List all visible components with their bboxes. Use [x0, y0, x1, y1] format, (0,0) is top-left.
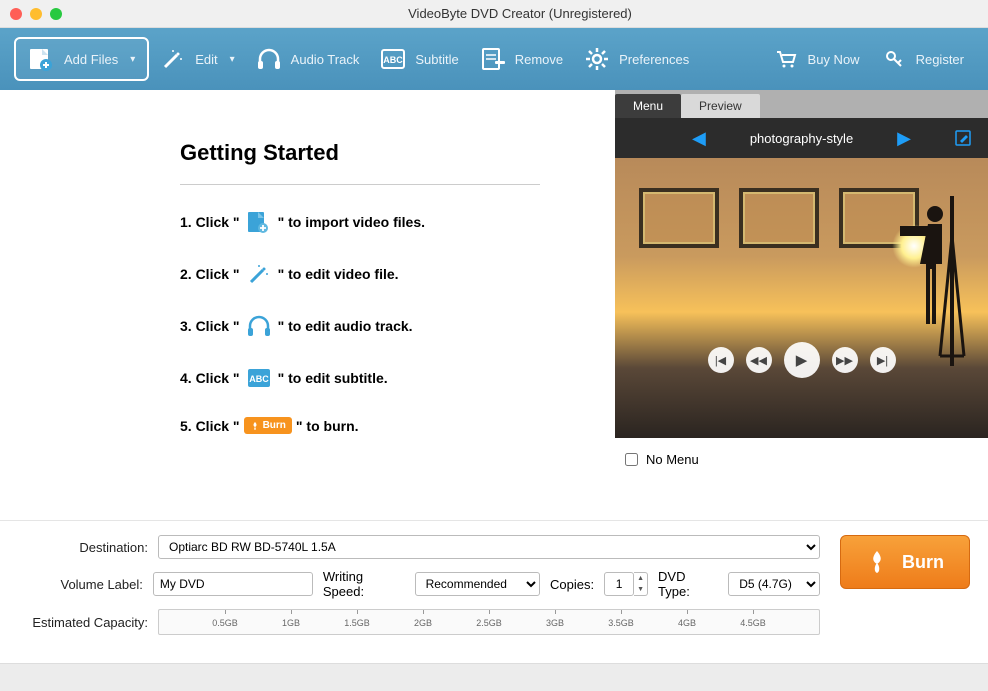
headphones-icon: [255, 47, 283, 71]
remove-label: Remove: [515, 52, 563, 67]
capacity-tick-label: 4GB: [678, 618, 696, 628]
subtitle-icon: ABC: [379, 47, 407, 71]
capacity-tick-label: 3.5GB: [608, 618, 634, 628]
footer: [0, 663, 988, 691]
close-icon[interactable]: [10, 8, 22, 20]
estimated-capacity-label: Estimated Capacity:: [18, 615, 148, 630]
style-selector: ◀ photography-style ▶: [615, 118, 988, 158]
capacity-bar: 0.5GB 1GB 1.5GB 2GB 2.5GB 3GB 3.5GB 4GB 4.5GB: [158, 609, 820, 635]
photographer-silhouette: [900, 196, 970, 366]
prev-style-icon[interactable]: ◀: [692, 128, 706, 149]
destination-label: Destination:: [18, 540, 148, 555]
remove-button[interactable]: Remove: [469, 41, 573, 77]
forward-icon[interactable]: ▶▶: [832, 347, 858, 373]
edit-button[interactable]: Edit: [149, 41, 244, 77]
key-icon: [880, 47, 908, 71]
audio-track-label: Audio Track: [291, 52, 360, 67]
burn-mini-button: Burn: [244, 417, 292, 434]
capacity-tick-label: 1GB: [282, 618, 300, 628]
copies-input[interactable]: [604, 572, 634, 596]
copies-spinner[interactable]: ▲▼: [634, 572, 648, 596]
step-3: 3. Click " " to edit audio track.: [180, 313, 575, 339]
capacity-tick-label: 1.5GB: [344, 618, 370, 628]
window-title: VideoByte DVD Creator (Unregistered): [62, 6, 978, 21]
style-name: photography-style: [750, 131, 853, 146]
register-label: Register: [916, 52, 964, 67]
no-menu-option: No Menu: [615, 438, 988, 481]
burn-button-label: Burn: [902, 552, 944, 573]
add-file-icon: [244, 209, 274, 235]
step-2: 2. Click " " to edit video file.: [180, 261, 575, 287]
maximize-icon[interactable]: [50, 8, 62, 20]
step-5: 5. Click " Burn " to burn.: [180, 417, 575, 434]
getting-started-title: Getting Started: [180, 140, 575, 166]
edit-label: Edit: [195, 52, 217, 67]
playback-controls: |◀ ◀◀ ▶ ▶▶ ▶|: [708, 347, 896, 378]
rewind-icon[interactable]: ◀◀: [746, 347, 772, 373]
capacity-tick-label: 2GB: [414, 618, 432, 628]
audio-track-button[interactable]: Audio Track: [245, 41, 370, 77]
register-button[interactable]: Register: [870, 41, 974, 77]
step-1: 1. Click " " to import video files.: [180, 209, 575, 235]
subtitle-button[interactable]: ABC Subtitle: [369, 41, 468, 77]
menu-preview: |◀ ◀◀ ▶ ▶▶ ▶|: [615, 158, 988, 438]
svg-text:ABC: ABC: [384, 55, 404, 65]
capacity-tick-label: 4.5GB: [740, 618, 766, 628]
minimize-icon[interactable]: [30, 8, 42, 20]
divider: [180, 184, 540, 185]
preview-tabs: Menu Preview: [615, 90, 988, 118]
burn-button[interactable]: Burn: [840, 535, 970, 589]
headphones-icon: [244, 313, 274, 339]
edit-style-icon[interactable]: [954, 129, 972, 147]
skip-back-icon[interactable]: |◀: [708, 347, 734, 373]
svg-text:ABC: ABC: [249, 374, 269, 384]
window-controls: [10, 8, 62, 20]
settings-panel: Destination: Optiarc BD RW BD-5740L 1.5A…: [0, 520, 988, 663]
no-menu-checkbox[interactable]: [625, 453, 638, 466]
remove-file-icon: [479, 47, 507, 71]
thumbnail-frame[interactable]: [739, 188, 819, 248]
no-menu-label: No Menu: [646, 452, 699, 467]
dvd-type-label: DVD Type:: [658, 569, 718, 599]
next-style-icon[interactable]: ▶: [897, 128, 911, 149]
step-4: 4. Click " ABC " to edit subtitle.: [180, 365, 575, 391]
wand-icon: [159, 47, 187, 71]
getting-started-panel: Getting Started 1. Click " " to import v…: [0, 90, 615, 520]
wand-icon: [244, 261, 274, 287]
subtitle-label: Subtitle: [415, 52, 458, 67]
capacity-tick-label: 0.5GB: [212, 618, 238, 628]
thumbnail-frame[interactable]: [639, 188, 719, 248]
destination-select[interactable]: Optiarc BD RW BD-5740L 1.5A: [158, 535, 820, 559]
copies-label: Copies:: [550, 577, 594, 592]
preview-panel: Menu Preview ◀ photography-style ▶: [615, 90, 988, 520]
subtitle-icon: ABC: [244, 365, 274, 391]
volume-label-label: Volume Label:: [18, 577, 143, 592]
writing-speed-select[interactable]: Recommended: [415, 572, 540, 596]
writing-speed-label: Writing Speed:: [323, 569, 405, 599]
add-file-icon: [28, 47, 56, 71]
skip-forward-icon[interactable]: ▶|: [870, 347, 896, 373]
titlebar: VideoByte DVD Creator (Unregistered): [0, 0, 988, 28]
main-toolbar: Add Files Edit Audio Track ABC Subtitle …: [0, 28, 988, 90]
gear-icon: [583, 47, 611, 71]
capacity-tick-label: 2.5GB: [476, 618, 502, 628]
capacity-tick-label: 3GB: [546, 618, 564, 628]
volume-label-input[interactable]: [153, 572, 313, 596]
preferences-label: Preferences: [619, 52, 689, 67]
tab-menu[interactable]: Menu: [615, 94, 681, 118]
add-files-button[interactable]: Add Files: [14, 37, 149, 81]
add-files-label: Add Files: [64, 52, 118, 67]
buy-now-button[interactable]: Buy Now: [762, 41, 870, 77]
dvd-type-select[interactable]: D5 (4.7G): [728, 572, 820, 596]
cart-icon: [772, 47, 800, 71]
tab-preview[interactable]: Preview: [681, 94, 760, 118]
preferences-button[interactable]: Preferences: [573, 41, 699, 77]
play-icon[interactable]: ▶: [784, 342, 820, 378]
buy-now-label: Buy Now: [808, 52, 860, 67]
flame-icon: [866, 549, 888, 575]
